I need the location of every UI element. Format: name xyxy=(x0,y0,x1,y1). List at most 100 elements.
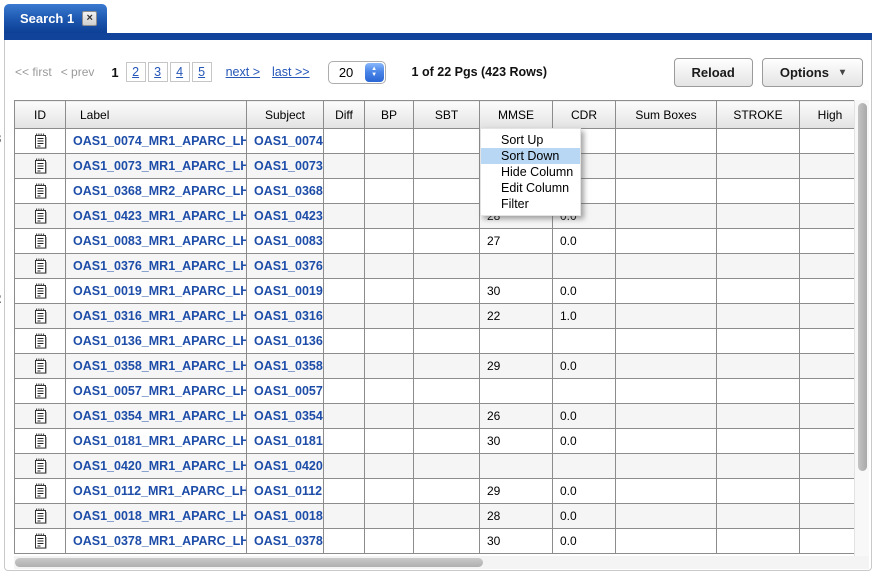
cell-cdr xyxy=(553,329,616,354)
row-subject-link[interactable]: OAS1_0368 xyxy=(247,179,324,204)
cell-bp xyxy=(365,279,414,304)
report-icon[interactable] xyxy=(34,258,47,274)
row-subject-link[interactable]: OAS1_0074 xyxy=(247,129,324,154)
row-subject-link[interactable]: OAS1_0073 xyxy=(247,154,324,179)
report-icon[interactable] xyxy=(34,283,47,299)
row-subject-link[interactable]: OAS1_0354 xyxy=(247,404,324,429)
row-label-link[interactable]: OAS1_0019_MR1_APARC_LH xyxy=(66,279,247,304)
column-header-high[interactable]: High xyxy=(800,101,855,129)
menu-item-sort-down[interactable]: Sort Down xyxy=(481,148,580,164)
report-icon[interactable] xyxy=(34,233,47,249)
report-icon[interactable] xyxy=(34,433,47,449)
row-label-link[interactable]: OAS1_0420_MR1_APARC_LH xyxy=(66,454,247,479)
report-icon[interactable] xyxy=(34,358,47,374)
cell-high xyxy=(800,279,855,304)
page-size-select[interactable]: 20 ▲▼ xyxy=(328,61,386,84)
row-subject-link[interactable]: OAS1_0376 xyxy=(247,254,324,279)
row-label-link[interactable]: OAS1_0378_MR1_APARC_LH xyxy=(66,529,247,554)
page-link[interactable]: 5 xyxy=(198,65,205,79)
options-button[interactable]: Options▾ xyxy=(762,58,863,87)
pagination-last[interactable]: last >> xyxy=(272,65,310,79)
horizontal-scrollbar-thumb[interactable] xyxy=(15,558,483,567)
row-label-link[interactable]: OAS1_0018_MR1_APARC_LH xyxy=(66,504,247,529)
pagination-page-2[interactable]: 2 xyxy=(126,62,146,82)
report-icon[interactable] xyxy=(34,533,47,549)
cell-sum-boxes xyxy=(616,329,717,354)
row-label-link[interactable]: OAS1_0358_MR1_APARC_LH xyxy=(66,354,247,379)
row-label-link[interactable]: OAS1_0181_MR1_APARC_LH xyxy=(66,429,247,454)
pagination-page-3[interactable]: 3 xyxy=(148,62,168,82)
tab-close-icon[interactable]: × xyxy=(82,11,97,26)
tab-search-1[interactable]: Search 1 × xyxy=(4,4,107,33)
column-header-stroke[interactable]: STROKE xyxy=(717,101,800,129)
row-subject-link[interactable]: OAS1_0136 xyxy=(247,329,324,354)
row-subject-link[interactable]: OAS1_0420 xyxy=(247,454,324,479)
report-icon[interactable] xyxy=(34,133,47,149)
row-label-link[interactable]: OAS1_0057_MR1_APARC_LH xyxy=(66,379,247,404)
menu-item-filter[interactable]: Filter xyxy=(481,196,580,212)
column-header-label[interactable]: Label xyxy=(66,101,247,129)
report-icon[interactable] xyxy=(34,208,47,224)
row-label-link[interactable]: OAS1_0073_MR1_APARC_LH xyxy=(66,154,247,179)
row-label-link[interactable]: OAS1_0112_MR1_APARC_LH xyxy=(66,479,247,504)
table-row: OAS1_0019_MR1_APARC_LH OAS1_0019 30 0.0 xyxy=(15,279,855,304)
reload-label: Reload xyxy=(692,65,735,80)
row-label-link[interactable]: OAS1_0423_MR1_APARC_LH xyxy=(66,204,247,229)
cell-cdr: 0.0 xyxy=(553,229,616,254)
report-icon[interactable] xyxy=(34,333,47,349)
row-label-link[interactable]: OAS1_0074_MR1_APARC_LH xyxy=(66,129,247,154)
column-header-sbt[interactable]: SBT xyxy=(414,101,480,129)
pagination-next[interactable]: next > xyxy=(226,65,260,79)
row-subject-link[interactable]: OAS1_0083 xyxy=(247,229,324,254)
column-header-id[interactable]: ID xyxy=(15,101,66,129)
horizontal-scrollbar[interactable] xyxy=(14,556,869,569)
report-icon[interactable] xyxy=(34,158,47,174)
cell-stroke xyxy=(717,429,800,454)
menu-item-sort-up[interactable]: Sort Up xyxy=(481,132,580,148)
report-icon[interactable] xyxy=(34,408,47,424)
page-link[interactable]: 3 xyxy=(154,65,161,79)
row-subject-link[interactable]: OAS1_0112 xyxy=(247,479,324,504)
row-id-cell xyxy=(15,154,66,179)
report-icon[interactable] xyxy=(34,483,47,499)
column-header-sum-boxes[interactable]: Sum Boxes xyxy=(616,101,717,129)
row-subject-link[interactable]: OAS1_0378 xyxy=(247,529,324,554)
column-header-bp[interactable]: BP xyxy=(365,101,414,129)
row-label-link[interactable]: OAS1_0354_MR1_APARC_LH xyxy=(66,404,247,429)
row-label-link[interactable]: OAS1_0083_MR1_APARC_LH xyxy=(66,229,247,254)
pagination-page-5[interactable]: 5 xyxy=(192,62,212,82)
row-subject-link[interactable]: OAS1_0018 xyxy=(247,504,324,529)
report-icon[interactable] xyxy=(34,183,47,199)
column-header-subject[interactable]: Subject xyxy=(247,101,324,129)
cell-stroke xyxy=(717,129,800,154)
row-label-link[interactable]: OAS1_0316_MR1_APARC_LH xyxy=(66,304,247,329)
cell-stroke xyxy=(717,529,800,554)
row-label-link[interactable]: OAS1_0376_MR1_APARC_LH xyxy=(66,254,247,279)
report-icon[interactable] xyxy=(34,383,47,399)
menu-item-edit-column[interactable]: Edit Column xyxy=(481,180,580,196)
column-header-diff[interactable]: Diff xyxy=(324,101,365,129)
menu-item-hide-column[interactable]: Hide Column xyxy=(481,164,580,180)
column-header-mmse[interactable]: MMSE xyxy=(480,101,553,129)
report-icon[interactable] xyxy=(34,458,47,474)
row-label-link[interactable]: OAS1_0136_MR1_APARC_LH xyxy=(66,329,247,354)
cell-mmse: 29 xyxy=(480,354,553,379)
row-subject-link[interactable]: OAS1_0358 xyxy=(247,354,324,379)
pagination-page-4[interactable]: 4 xyxy=(170,62,190,82)
row-subject-link[interactable]: OAS1_0057 xyxy=(247,379,324,404)
page-link[interactable]: 2 xyxy=(132,65,139,79)
reload-button[interactable]: Reload xyxy=(674,58,753,87)
page-link[interactable]: 4 xyxy=(176,65,183,79)
row-subject-link[interactable]: OAS1_0181 xyxy=(247,429,324,454)
row-label-link[interactable]: OAS1_0368_MR2_APARC_LH xyxy=(66,179,247,204)
column-header-cdr[interactable]: CDR xyxy=(553,101,616,129)
vertical-scrollbar[interactable] xyxy=(854,100,869,556)
row-subject-link[interactable]: OAS1_0316 xyxy=(247,304,324,329)
table-row: OAS1_0136_MR1_APARC_LH OAS1_0136 xyxy=(15,329,855,354)
vertical-scrollbar-thumb[interactable] xyxy=(858,103,867,471)
report-icon[interactable] xyxy=(34,308,47,324)
row-subject-link[interactable]: OAS1_0423 xyxy=(247,204,324,229)
search-results-panel: << first < prev 1 2 3 4 5 next > last >>… xyxy=(4,40,872,571)
report-icon[interactable] xyxy=(34,508,47,524)
row-subject-link[interactable]: OAS1_0019 xyxy=(247,279,324,304)
